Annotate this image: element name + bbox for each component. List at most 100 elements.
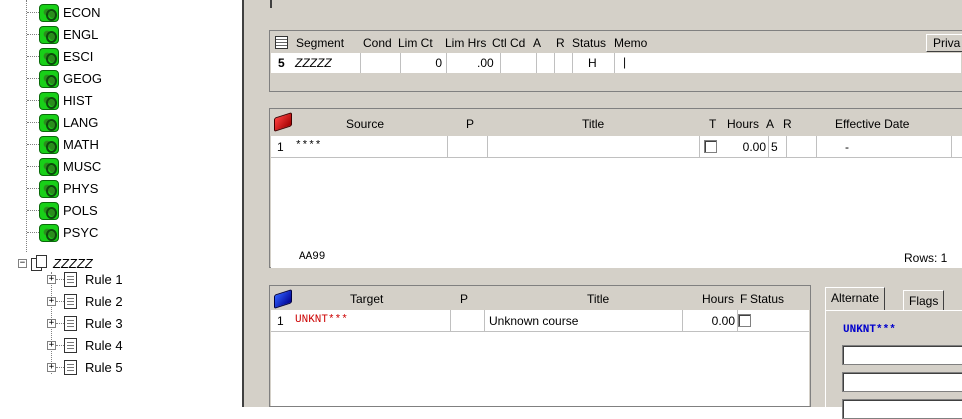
target-row[interactable]: 1 UNKNT*** Unknown course 0.00 xyxy=(271,310,809,332)
memo-field[interactable]: | xyxy=(623,55,626,69)
title-cell[interactable]: Unknown course xyxy=(485,310,683,332)
collapse-toggle[interactable]: − xyxy=(18,259,27,268)
title-value: Unknown course xyxy=(489,314,579,328)
a-value: 5 xyxy=(771,140,778,154)
tree-connector xyxy=(56,345,64,346)
tree-item-phys[interactable]: PHYS xyxy=(39,178,98,199)
lim-hrs-cell[interactable]: .00 xyxy=(447,53,501,73)
alternate-field-2[interactable] xyxy=(842,372,962,392)
gear-network-icon xyxy=(39,47,59,66)
tree-item-label: MATH xyxy=(63,137,99,152)
splitter[interactable] xyxy=(242,0,244,407)
header-lim-ct: Lim Ct xyxy=(398,36,433,50)
tree-item-label: ECON xyxy=(63,5,101,20)
tree-item-econ[interactable]: ECON xyxy=(39,2,101,23)
tree-connector xyxy=(56,367,64,368)
tree-item-engl[interactable]: ENGL xyxy=(39,24,98,45)
target-grid: 1 UNKNT*** Unknown course 0.00 xyxy=(271,310,809,406)
source-cell[interactable]: **** xyxy=(291,136,448,158)
alternate-field-3[interactable] xyxy=(842,399,962,419)
tree-item-label: HIST xyxy=(63,93,93,108)
header-target: Target xyxy=(350,292,384,306)
header-t: T xyxy=(709,117,717,131)
target-cell[interactable]: UNKNT*** xyxy=(291,310,451,332)
hours-cell[interactable]: 0.00 xyxy=(683,310,738,332)
r-cell[interactable] xyxy=(787,136,817,158)
red-book-icon xyxy=(274,112,292,132)
tree-connector xyxy=(27,56,39,57)
tree-item-label: PSYC xyxy=(63,225,99,240)
ctl-cd-cell[interactable] xyxy=(501,53,537,73)
row-number: 1 xyxy=(277,314,284,328)
gear-network-icon xyxy=(39,113,59,132)
r-cell[interactable] xyxy=(555,53,573,73)
tree-item-rule-2[interactable]: + Rule 2 xyxy=(47,291,123,312)
header-r: R xyxy=(783,117,792,131)
target-value: UNKNT*** xyxy=(295,314,348,326)
segment-row[interactable]: 5 ZZZZZ 0 .00 H | xyxy=(271,53,961,73)
tree-connector xyxy=(26,0,27,252)
header-segment: Segment xyxy=(296,36,345,50)
lim-ct-cell[interactable]: 0 xyxy=(401,53,447,73)
tree-connector xyxy=(27,232,39,233)
tree-item-hist[interactable]: HIST xyxy=(39,90,93,111)
header-p: P xyxy=(460,292,469,306)
tree-item-label: PHYS xyxy=(63,181,99,196)
gear-network-icon xyxy=(39,223,59,242)
a-cell[interactable] xyxy=(537,53,555,73)
expand-toggle[interactable]: + xyxy=(47,363,56,372)
hours-value: 0.00 xyxy=(742,140,766,154)
tree-item-rule-3[interactable]: + Rule 3 xyxy=(47,313,123,334)
cond-cell[interactable] xyxy=(361,53,401,73)
tree-item-geog[interactable]: GEOG xyxy=(39,68,102,89)
p-cell[interactable] xyxy=(451,310,485,332)
document-icon xyxy=(64,316,77,331)
tree-item-math[interactable]: MATH xyxy=(39,134,99,155)
tree-item-label: Rule 5 xyxy=(85,360,123,375)
source-row[interactable]: 1 **** 0.00 5 - xyxy=(271,136,962,158)
tree-connector xyxy=(56,279,64,280)
tree-item-lang[interactable]: LANG xyxy=(39,112,98,133)
segment-value: ZZZZZ xyxy=(295,56,332,70)
header-status: Status xyxy=(572,36,607,50)
top-strip xyxy=(270,0,962,8)
row-number: 1 xyxy=(277,140,284,154)
segment-cell[interactable]: ZZZZZ xyxy=(293,53,361,73)
course-tree: ECON ENGL ESCI GEOG HIST LANG MATH MUSC PHYS POLS… xyxy=(0,0,244,407)
expand-toggle[interactable]: + xyxy=(47,319,56,328)
header-a: A xyxy=(533,36,542,50)
status-cell[interactable] xyxy=(751,310,807,332)
tree-item-label: ENGL xyxy=(63,27,99,42)
status-cell[interactable]: H xyxy=(573,53,615,73)
alternate-field-1[interactable] xyxy=(842,345,962,365)
tree-item-rule-4[interactable]: + Rule 4 xyxy=(47,335,123,356)
tree-item-rule-1[interactable]: + Rule 1 xyxy=(47,269,123,290)
title-cell[interactable] xyxy=(488,136,700,158)
header-source: Source xyxy=(346,117,385,131)
lim-hrs-value: .00 xyxy=(477,56,494,70)
tree-item-rule-5[interactable]: + Rule 5 xyxy=(47,357,123,378)
header-hours: Hours xyxy=(727,117,760,131)
private-button[interactable]: Priva xyxy=(926,34,962,52)
tab-content: UNKNT*** xyxy=(825,310,962,419)
expand-toggle[interactable]: + xyxy=(47,297,56,306)
expand-toggle[interactable]: + xyxy=(47,275,56,284)
tab-alternate[interactable]: Alternate xyxy=(825,287,886,310)
tree-item-pols[interactable]: POLS xyxy=(39,200,98,221)
tab-area: Alternate Flags UNKNT*** xyxy=(819,285,962,419)
expand-toggle[interactable]: + xyxy=(47,341,56,350)
header-p: P xyxy=(466,117,475,131)
tree-item-psyc[interactable]: PSYC xyxy=(39,222,98,243)
effective-date-cell[interactable]: - xyxy=(817,136,952,158)
source-grid: 1 **** 0.00 5 - AA99 Rows: 1 xyxy=(271,136,962,268)
tree-item-esci[interactable]: ESCI xyxy=(39,46,93,67)
tree-item-musc[interactable]: MUSC xyxy=(39,156,101,177)
t-checkbox[interactable] xyxy=(704,140,717,153)
hours-cell[interactable]: 0.00 xyxy=(721,136,769,158)
tree-connector xyxy=(27,78,39,79)
p-cell[interactable] xyxy=(448,136,488,158)
header-memo: Memo xyxy=(614,36,648,50)
a-cell[interactable]: 5 xyxy=(769,136,787,158)
f-checkbox[interactable] xyxy=(738,314,751,327)
tab-flags[interactable]: Flags xyxy=(903,290,945,310)
